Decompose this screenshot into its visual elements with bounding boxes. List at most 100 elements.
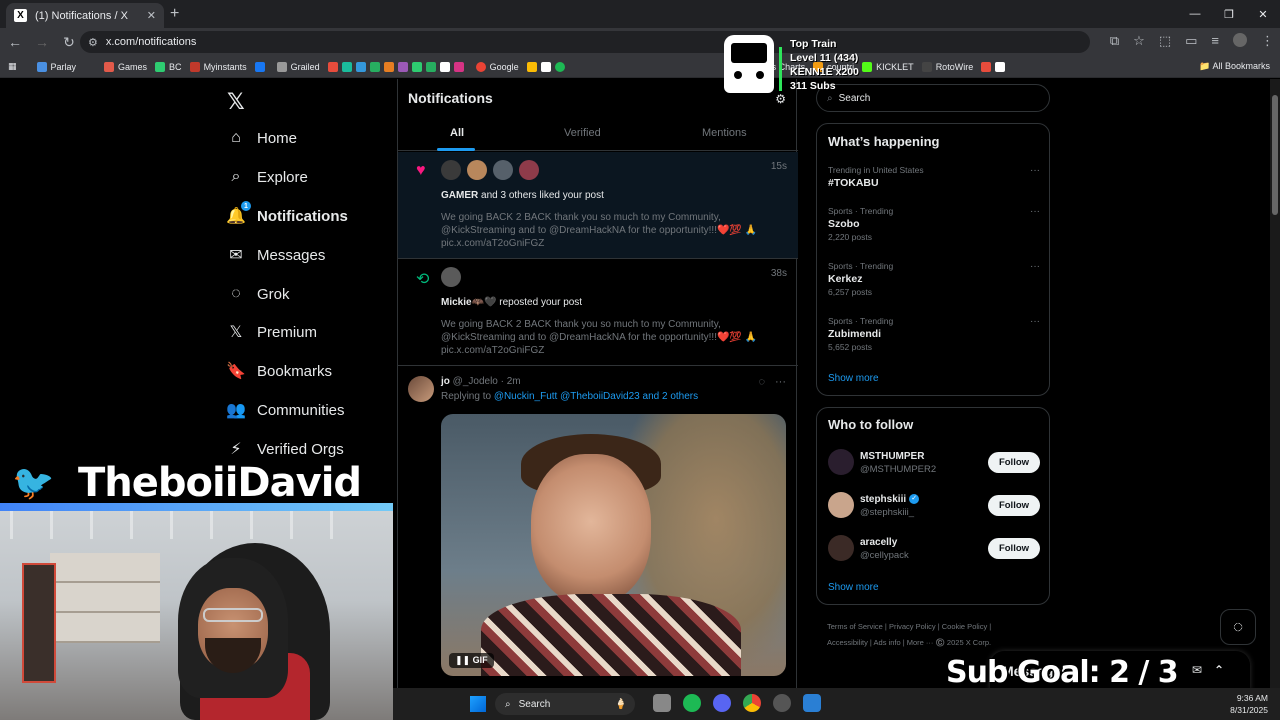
follow-button[interactable]: Follow <box>988 452 1040 473</box>
scrollbar-thumb[interactable] <box>1272 95 1278 215</box>
app-icon[interactable] <box>803 694 821 712</box>
show-more-link[interactable]: Show more <box>828 582 879 593</box>
avatar[interactable] <box>441 267 461 287</box>
plus-icon[interactable]: + <box>170 5 179 23</box>
footer-line[interactable]: Terms of Service | Privacy Policy | Cook… <box>827 619 1057 635</box>
spotify-icon[interactable] <box>683 694 701 712</box>
more-dots-icon[interactable]: ··· <box>1030 165 1040 176</box>
follow-button[interactable]: Follow <box>988 538 1040 559</box>
follow-button[interactable]: Follow <box>988 495 1040 516</box>
avatar[interactable] <box>519 160 539 180</box>
notification-repost[interactable]: ⟲ 38s Mickie🦇🖤 reposted your post We goi… <box>398 259 798 366</box>
compose-message-icon[interactable]: ✉⌃ <box>1192 663 1236 677</box>
close-icon[interactable]: ✕ <box>147 9 156 22</box>
grok-explain-icon[interactable]: ◌ <box>758 376 765 388</box>
restore-icon[interactable]: ❐ <box>1212 0 1246 28</box>
avatar[interactable] <box>828 535 854 561</box>
nav-grok[interactable]: ◌ Grok <box>227 285 289 303</box>
bookmark-misc3[interactable] <box>981 61 1009 72</box>
reload-icon[interactable]: ↻ <box>57 34 81 51</box>
media-icon[interactable]: ≡ <box>1211 33 1219 49</box>
bookmark-misc2[interactable] <box>526 61 569 72</box>
nav-communities[interactable]: 👥 Communities <box>226 401 344 420</box>
address-bar[interactable]: ⚙ x.com/notifications <box>80 31 1090 53</box>
nav-messages[interactable]: ✉ Messages <box>227 246 325 265</box>
avatar[interactable] <box>467 160 487 180</box>
replying-mentions[interactable]: @Nuckin_Futt @TheboiiDavid23 and 2 other… <box>494 391 698 402</box>
bookmark-bc[interactable]: BC <box>155 61 182 72</box>
notification-user[interactable]: Mickie🦇🖤 <box>441 297 496 308</box>
follow-suggestion[interactable]: MSTHUMPER @MSTHUMPER2 Follow <box>828 449 1040 479</box>
nav-premium[interactable]: 𝕏 Premium <box>227 323 317 342</box>
more-dots-icon[interactable]: ··· <box>1030 261 1040 272</box>
more-dots-icon[interactable]: ··· <box>1030 206 1040 217</box>
bookmark-myinstants[interactable]: Myinstants <box>189 61 247 72</box>
gif-media[interactable]: ❚❚ GIF <box>441 414 786 676</box>
taskbar-clock[interactable]: 9:36 AM 8/31/2025 <box>1230 692 1268 716</box>
bookmark-facebook[interactable] <box>254 61 269 72</box>
close-window-icon[interactable]: ✕ <box>1246 0 1280 28</box>
tab-verified[interactable]: Verified <box>564 127 601 139</box>
obs-icon[interactable] <box>773 694 791 712</box>
avatar[interactable] <box>408 376 434 402</box>
install-icon[interactable]: ⧉ <box>1110 33 1119 49</box>
notification-user[interactable]: GAMER <box>441 190 478 201</box>
discord-icon[interactable] <box>713 694 731 712</box>
browser-tab[interactable]: X (1) Notifications / X ✕ <box>6 3 164 28</box>
bookmark-grailed[interactable]: Grailed <box>276 61 320 72</box>
bookmark-misc[interactable] <box>327 61 468 72</box>
nav-verified-orgs[interactable]: ⚡ Verified Orgs <box>227 440 343 459</box>
grok-fab-icon[interactable]: ◌ <box>1220 609 1256 645</box>
post-preview[interactable]: We going BACK 2 BACK thank you so much t… <box>441 318 771 357</box>
trend-item[interactable]: Sports · Trending Szobo 2,220 posts ··· <box>828 206 1040 242</box>
bookmark-games[interactable]: Games <box>104 61 147 72</box>
nav-notifications[interactable]: 🔔 1 Notifications <box>226 201 348 225</box>
lightning-icon: ⚡ <box>230 441 242 458</box>
forward-arrow-icon[interactable]: → <box>30 34 54 50</box>
menu-dots-icon[interactable]: ⋮ <box>1261 33 1274 49</box>
trend-item[interactable]: Sports · Trending Zubimendi 5,652 posts … <box>828 316 1040 352</box>
author-name[interactable]: jo <box>441 376 450 387</box>
tab-mentions[interactable]: Mentions <box>702 127 747 139</box>
more-dots-icon[interactable]: ··· <box>1030 316 1040 327</box>
pause-icon: ❚❚ <box>455 655 471 665</box>
follow-suggestion[interactable]: aracelly @cellypack Follow <box>828 535 1040 565</box>
trend-item[interactable]: Trending in United States #TOKABU ··· <box>828 165 1040 189</box>
bookmark-rotowire[interactable]: RotoWire <box>921 61 973 72</box>
tab-all[interactable]: All <box>450 127 464 139</box>
profile-avatar[interactable] <box>1233 33 1247 47</box>
star-icon[interactable]: ☆ <box>1133 33 1145 49</box>
gif-badge[interactable]: ❚❚ GIF <box>449 653 494 668</box>
apps-grid-icon[interactable]: ▦ <box>8 61 17 72</box>
settings-gear-icon[interactable]: ⚙ <box>775 92 786 106</box>
follow-suggestion[interactable]: stephskiii ✓ @stephskiii_ Follow <box>828 492 1040 522</box>
show-more-link[interactable]: Show more <box>828 373 879 384</box>
extensions-icon[interactable]: ⬚ <box>1159 33 1171 49</box>
avatar[interactable] <box>828 492 854 518</box>
page-scrollbar[interactable] <box>1270 79 1280 720</box>
notification-like[interactable]: ♥ 15s GAMER and 3 others liked your post… <box>398 152 798 259</box>
nav-bookmarks[interactable]: 🔖 Bookmarks <box>226 362 332 381</box>
nav-explore[interactable]: ⌕ Explore <box>227 168 308 186</box>
bookmark-parlay[interactable]: Parlay <box>36 61 76 72</box>
more-dots-icon[interactable]: ··· <box>775 376 786 388</box>
footer-line[interactable]: Accessibility | Ads info | More ··· ©️ 2… <box>827 635 1057 651</box>
avatar[interactable] <box>493 160 513 180</box>
back-arrow-icon[interactable]: ← <box>3 34 27 50</box>
site-info-icon[interactable]: ⚙ <box>88 36 98 49</box>
post-preview[interactable]: We going BACK 2 BACK thank you so much t… <box>441 211 771 250</box>
minimize-icon[interactable]: — <box>1178 0 1212 28</box>
nav-home[interactable]: ⌂ Home <box>227 129 297 147</box>
file-explorer-icon[interactable] <box>653 694 671 712</box>
chrome-icon[interactable] <box>743 694 761 712</box>
x-logo-icon[interactable]: 𝕏 <box>227 89 245 115</box>
trend-item[interactable]: Sports · Trending Kerkez 6,257 posts ··· <box>828 261 1040 297</box>
avatar[interactable] <box>828 449 854 475</box>
sidepanel-icon[interactable]: ▭ <box>1185 33 1197 49</box>
reply-tweet[interactable]: jo @_Jodelo · 2m ◌ ··· Replying to @Nuck… <box>398 366 798 720</box>
avatar[interactable] <box>441 160 461 180</box>
taskbar-search[interactable]: ⌕ Search 🍦 <box>495 693 635 715</box>
windows-start-icon[interactable] <box>470 696 486 712</box>
all-bookmarks[interactable]: 📁 All Bookmarks <box>1199 61 1270 72</box>
bookmark-google[interactable]: Google <box>475 61 519 72</box>
